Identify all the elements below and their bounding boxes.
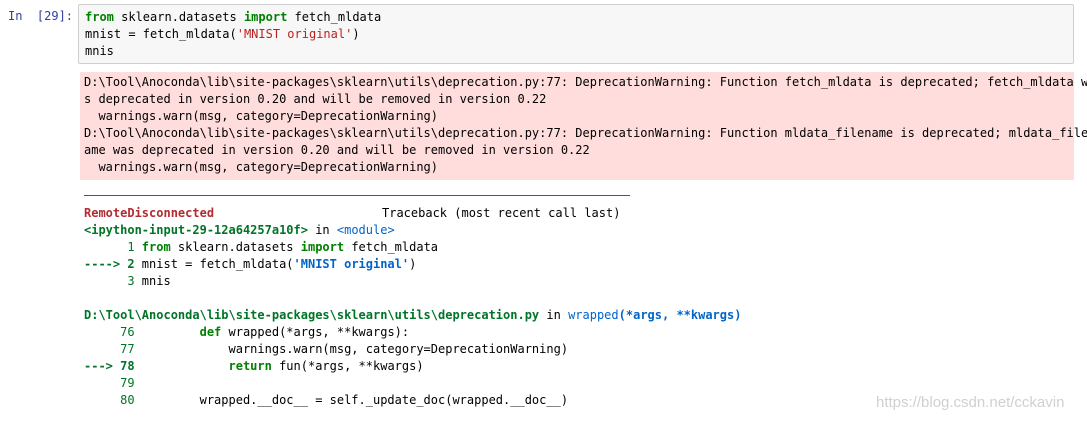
code-line-1: from sklearn.datasets import fetch_mldat… <box>85 9 381 26</box>
function-args: (*args, **kwargs) <box>618 308 742 322</box>
keyword-from: from <box>85 10 114 24</box>
code-line-3: mnis <box>85 44 114 58</box>
code-input-area[interactable]: from sklearn.datasets import fetch_mldat… <box>78 4 1074 64</box>
frame-line-79: 79 <box>84 375 142 392</box>
string-literal: 'MNIST original' <box>236 27 353 41</box>
function-name: wrapped <box>568 308 619 322</box>
stderr-line: ame was deprecated in version 0.20 and w… <box>84 143 590 157</box>
frame-location-2: D:\Tool\Anoconda\lib\site-packages\sklea… <box>84 307 741 324</box>
frame-line-3: 3 mnis <box>84 273 171 290</box>
error-name: RemoteDisconnected <box>84 206 215 220</box>
in-word: in <box>539 308 569 322</box>
keyword-import: import <box>243 10 288 24</box>
code-text: warnings.warn(msg, category=DeprecationW… <box>141 342 569 356</box>
line-number: 79 <box>84 376 142 390</box>
watermark: https://blog.csdn.net/cckavin <box>876 394 1065 411</box>
keyword-return: return <box>228 359 272 373</box>
stderr-line: warnings.warn(msg, category=DeprecationW… <box>84 109 439 123</box>
frame-line-1: 1 from sklearn.datasets import fetch_mld… <box>84 239 438 256</box>
import-name: fetch_mldata <box>344 240 439 254</box>
code-text: mnist = fetch_mldata( <box>141 257 294 271</box>
notebook-cell: In [29]: from sklearn.datasets import fe… <box>0 0 1087 422</box>
keyword-import: import <box>300 240 345 254</box>
traceback-header: RemoteDisconnected <box>84 205 214 222</box>
in-word: in <box>307 223 337 237</box>
keyword-def: def <box>199 325 222 339</box>
line-number: 76 <box>84 325 142 339</box>
line-number: 80 <box>84 393 142 407</box>
module-name: <module> <box>336 223 395 237</box>
stderr-line: D:\Tool\Anoconda\lib\site-packages\sklea… <box>84 126 1087 140</box>
frame-line-77: 77 warnings.warn(msg, category=Deprecati… <box>84 341 568 358</box>
module-text: sklearn.datasets <box>113 10 244 24</box>
frame-line-78: ---> 78 return fun(*args, **kwargs) <box>84 358 424 375</box>
code-line-2: mnist = fetch_mldata('MNIST original') <box>85 26 360 43</box>
code-text: ) <box>409 257 417 271</box>
line-number: 77 <box>84 342 142 356</box>
error-arrow: ---> 78 <box>84 359 142 373</box>
stderr-line: warnings.warn(msg, category=DeprecationW… <box>84 160 439 174</box>
traceback-title: Traceback (most recent call last) <box>382 206 621 220</box>
frame-line-76: 76 def wrapped(*args, **kwargs): <box>84 324 409 341</box>
file-path: D:\Tool\Anoconda\lib\site-packages\sklea… <box>84 308 540 322</box>
code-text: wrapped(*args, **kwargs): <box>221 325 410 339</box>
code-text: fun(*args, **kwargs) <box>271 359 424 373</box>
stderr-line: D:\Tool\Anoconda\lib\site-packages\sklea… <box>84 75 1087 89</box>
stderr-output: D:\Tool\Anoconda\lib\site-packages\sklea… <box>80 72 1087 180</box>
import-name: fetch_mldata <box>287 10 382 24</box>
code-text: ) <box>352 27 360 41</box>
line-number: 3 <box>84 274 142 288</box>
keyword-from: from <box>141 240 171 254</box>
frame-location: <ipython-input-29-12a64257a10f> in <modu… <box>84 222 395 239</box>
module-text: sklearn.datasets <box>170 240 301 254</box>
code-text: wrapped.__doc__ = self._update_doc(wrapp… <box>141 393 569 407</box>
input-prompt: In [29]: <box>8 9 74 23</box>
string-literal: 'MNIST original' <box>293 257 410 271</box>
code-text: mnist = fetch_mldata( <box>85 27 237 41</box>
code-text: mnis <box>141 274 171 288</box>
error-arrow: ----> 2 <box>84 257 142 271</box>
stderr-line: s deprecated in version 0.20 and will be… <box>84 92 547 106</box>
frame-line-2: ----> 2 mnist = fetch_mldata('MNIST orig… <box>84 256 416 273</box>
ipython-input-name: <ipython-input-29-12a64257a10f> <box>84 223 308 237</box>
frame-line-80: 80 wrapped.__doc__ = self._update_doc(wr… <box>84 392 568 409</box>
line-number: 1 <box>84 240 142 254</box>
traceback-separator <box>84 195 630 196</box>
